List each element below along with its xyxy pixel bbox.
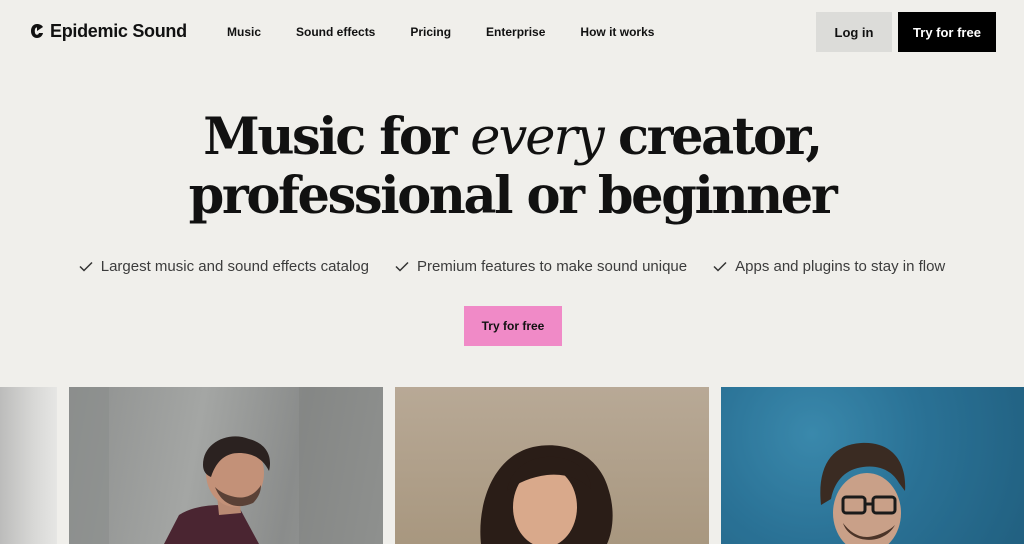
feature-label: Largest music and sound effects catalog [100, 258, 369, 275]
feature-label: Premium features to make sound unique [416, 258, 688, 275]
creator-portrait-woman [480, 445, 613, 544]
check-icon [79, 261, 93, 272]
creator-photo [0, 387, 57, 544]
login-button[interactable]: Log in [816, 12, 892, 52]
brand-logo[interactable]: Epidemic Sound [30, 20, 187, 42]
nav-music[interactable]: Music [227, 25, 261, 39]
creator-photo [395, 387, 709, 544]
hero-title: Music for every creator, professional or… [0, 108, 1024, 225]
main-nav: Music Sound effects Pricing Enterprise H… [227, 25, 654, 39]
hero-try-free-button[interactable]: Try for free [464, 306, 562, 346]
feature-item: Premium features to make sound unique [395, 258, 687, 275]
nav-how-it-works[interactable]: How it works [580, 25, 654, 39]
feature-item: Largest music and sound effects catalog [79, 258, 369, 275]
creator-portrait-man [69, 387, 383, 544]
nav-pricing[interactable]: Pricing [410, 25, 451, 39]
creator-photo [69, 387, 383, 544]
hero-title-line2: professional or beginner [188, 166, 838, 226]
feature-label: Apps and plugins to stay in flow [735, 258, 946, 275]
creator-photo [721, 387, 1024, 544]
nav-enterprise[interactable]: Enterprise [486, 25, 545, 39]
hero-title-part2: creator, [602, 107, 823, 167]
epidemic-logo-icon [31, 24, 43, 38]
header-try-free-button[interactable]: Try for free [898, 12, 996, 52]
check-icon [713, 261, 727, 272]
feature-item: Apps and plugins to stay in flow [713, 258, 945, 275]
site-header: Epidemic Sound Music Sound effects Prici… [0, 0, 1024, 64]
check-icon [395, 261, 409, 272]
hero-title-emphasis: every [470, 108, 604, 167]
nav-sound-effects[interactable]: Sound effects [296, 25, 375, 39]
hero-title-part1: Music for [203, 107, 471, 167]
brand-name: Epidemic Sound [50, 20, 187, 41]
creator-portrait-man-glasses [721, 387, 1024, 544]
feature-list: Largest music and sound effects catalog … [0, 258, 1024, 275]
